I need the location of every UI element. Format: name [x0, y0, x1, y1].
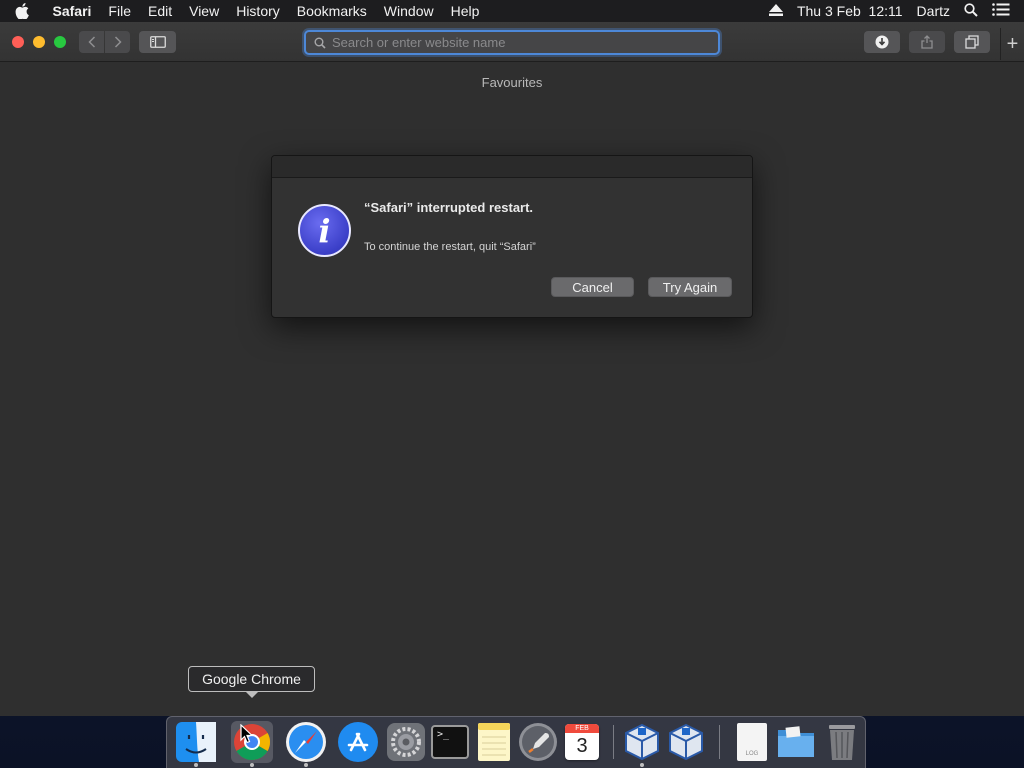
- sidebar-toggle-button[interactable]: [139, 31, 176, 53]
- calendar-icon: FEB 3: [565, 724, 599, 760]
- document-icon: LOG: [737, 723, 767, 761]
- running-indicator: [250, 763, 254, 767]
- trash-icon: [829, 725, 855, 760]
- calendar-month: FEB: [565, 724, 599, 733]
- share-icon: [921, 35, 933, 49]
- dock-item-folder[interactable]: [775, 721, 817, 763]
- tabs-icon: [965, 35, 979, 49]
- menu-app-safari[interactable]: Safari: [44, 0, 100, 22]
- dock: >_ FEB 3 LOG: [166, 716, 866, 768]
- dock-item-virtualbox[interactable]: [621, 721, 663, 767]
- dialog-title-strip: [272, 156, 752, 178]
- dock-item-document[interactable]: LOG: [731, 721, 773, 763]
- toolbar: +: [0, 22, 1024, 62]
- address-bar[interactable]: [304, 30, 720, 55]
- document-caption: LOG: [745, 751, 759, 757]
- running-indicator: [304, 763, 308, 767]
- dock-separator: [613, 725, 614, 759]
- dock-item-safari[interactable]: [285, 721, 327, 767]
- eject-icon[interactable]: [768, 3, 783, 19]
- favourites-heading: Favourites: [481, 75, 543, 90]
- forward-button[interactable]: [105, 31, 130, 53]
- dock-item-launchpad[interactable]: [517, 721, 559, 763]
- sidebar-icon: [149, 36, 166, 48]
- dock-item-system-preferences[interactable]: [385, 721, 427, 763]
- menu-view[interactable]: View: [181, 0, 228, 22]
- virtualbox-vm-icon: [669, 723, 703, 761]
- launchpad-icon: [519, 723, 557, 761]
- cancel-button[interactable]: Cancel: [551, 277, 634, 297]
- chevron-right-icon: [114, 36, 122, 48]
- download-icon: [875, 35, 889, 49]
- system-preferences-icon: [387, 723, 425, 761]
- dock-item-calendar[interactable]: FEB 3: [561, 721, 603, 763]
- tab-overview-button[interactable]: [954, 31, 990, 53]
- user-name[interactable]: Dartz: [917, 3, 950, 19]
- new-tab-button[interactable]: +: [1000, 28, 1024, 60]
- apple-icon[interactable]: [0, 3, 44, 19]
- menu-file[interactable]: File: [100, 0, 140, 22]
- running-indicator: [194, 763, 198, 767]
- terminal-prompt: >_: [437, 729, 450, 740]
- dock-item-terminal[interactable]: >_: [429, 721, 471, 763]
- downloads-button[interactable]: [864, 31, 900, 53]
- menu-help[interactable]: Help: [442, 0, 488, 22]
- zoom-window-button[interactable]: [54, 36, 66, 48]
- info-icon: i: [298, 204, 351, 257]
- menu-bookmarks[interactable]: Bookmarks: [288, 0, 375, 22]
- folder-icon: [778, 726, 814, 757]
- dock-separator: [719, 725, 720, 759]
- chevron-left-icon: [87, 36, 95, 48]
- menu-window[interactable]: Window: [375, 0, 442, 22]
- search-icon: [314, 37, 326, 49]
- menu-edit[interactable]: Edit: [139, 0, 180, 22]
- info-icon-glyph: i: [318, 211, 331, 250]
- close-window-button[interactable]: [12, 36, 24, 48]
- menu-bar: Safari File Edit View History Bookmarks …: [0, 0, 1024, 22]
- safari-window: + Favourites: [0, 22, 1024, 716]
- alert-dialog: i “Safari” interrupted restart. To conti…: [271, 155, 753, 318]
- terminal-icon: >_: [431, 725, 469, 759]
- dock-item-virtualbox-vm[interactable]: [665, 721, 707, 763]
- running-indicator: [640, 763, 644, 767]
- spotlight-icon[interactable]: [964, 2, 978, 20]
- mouse-cursor: [240, 724, 254, 744]
- dock-item-app-store[interactable]: [337, 721, 379, 763]
- dock-item-finder[interactable]: [175, 721, 217, 767]
- clock[interactable]: Thu 3 Feb 12:11: [797, 3, 903, 19]
- minimize-window-button[interactable]: [33, 36, 45, 48]
- try-again-button[interactable]: Try Again: [648, 277, 732, 297]
- dialog-message: To continue the restart, quit “Safari”: [364, 241, 536, 253]
- finder-icon: [176, 722, 216, 762]
- notes-icon: [478, 723, 510, 761]
- menu-history[interactable]: History: [228, 0, 289, 22]
- dock-item-notes[interactable]: [473, 721, 515, 763]
- address-input[interactable]: [332, 35, 718, 50]
- virtualbox-icon: [625, 723, 659, 761]
- share-button[interactable]: [909, 31, 945, 53]
- app-store-icon: [338, 722, 378, 762]
- dock-item-trash[interactable]: [821, 721, 863, 763]
- dialog-title: “Safari” interrupted restart.: [364, 200, 534, 215]
- safari-icon: [286, 722, 326, 762]
- back-button[interactable]: [79, 31, 104, 53]
- notification-center-icon[interactable]: [992, 3, 1010, 19]
- dock-tooltip: Google Chrome: [188, 666, 315, 698]
- calendar-day: 3: [576, 735, 588, 757]
